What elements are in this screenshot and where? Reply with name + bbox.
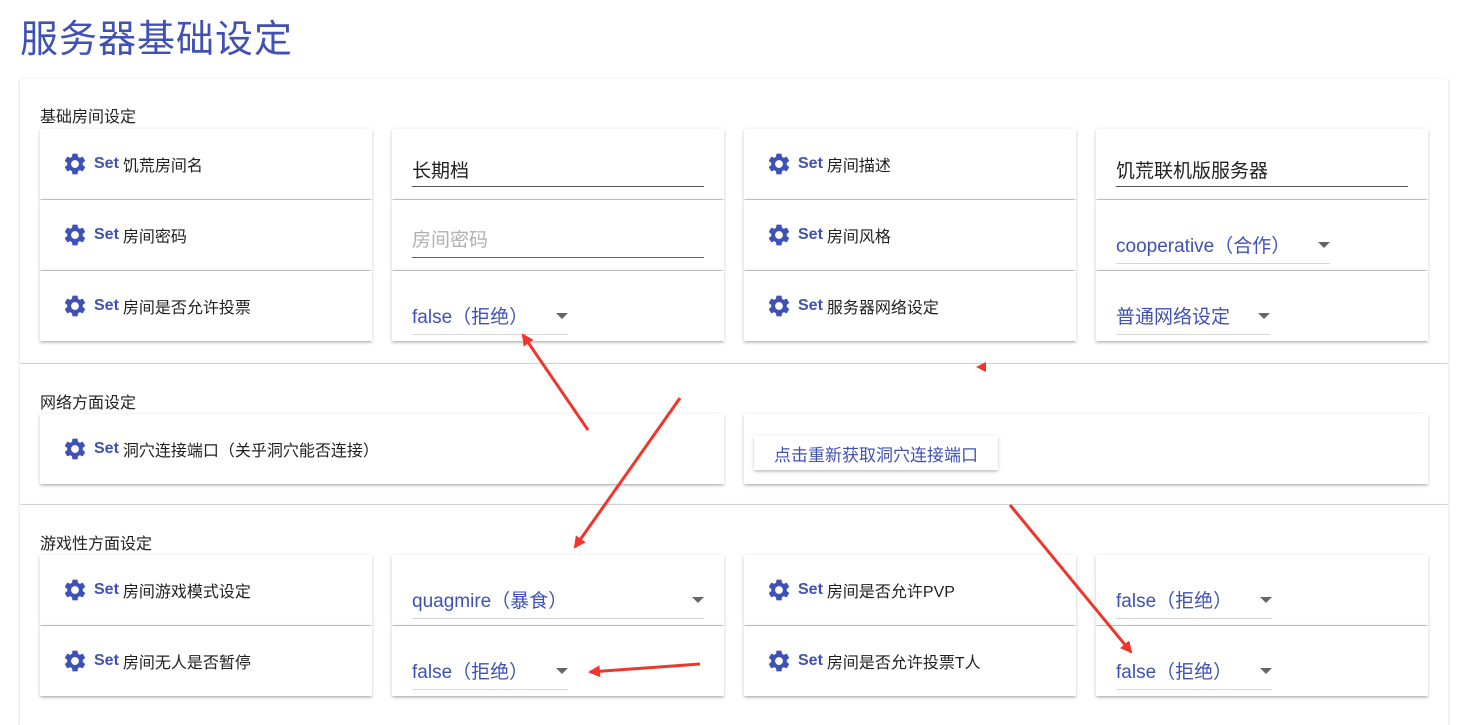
set-cave-port[interactable]: Set 洞穴连接端口（关乎洞穴能否连接） [62,414,379,484]
set-word: Set [94,440,119,457]
set-word: Set [94,652,119,669]
game-mode-label: 房间游戏模式设定 [122,584,251,601]
set-room-name[interactable]: Set 饥荒房间名 [62,129,203,199]
room-style-label-card: Set 房间风格 [744,200,1076,270]
game-mode-select-card: quagmire（暴食） [392,555,724,625]
pvp-select[interactable]: false（拒绝） [1116,581,1273,619]
section-title-gameplay: 游戏性方面设定 [40,536,153,553]
network-select-card: 普通网络设定 [1096,271,1428,341]
caret-down-icon [1318,241,1331,248]
gear-icon [64,224,86,246]
gear-icon [768,153,790,175]
room-desc-input[interactable] [1116,153,1408,187]
pvp-value: false（拒绝） [1116,591,1233,612]
pvp-label: 房间是否允许PVP [826,584,955,601]
room-password-input-card [392,200,724,270]
network-label: 服务器网络设定 [826,300,939,317]
room-desc-label: 房间描述 [826,158,891,175]
pause-label-card: Set 房间无人是否暂停 [40,626,372,696]
room-vote-select-card: false（拒绝） [392,271,724,341]
room-desc-input-card [1096,129,1428,199]
pause-select-card: false（拒绝） [392,626,724,696]
network-select[interactable]: 普通网络设定 [1116,297,1271,335]
set-word: Set [798,581,823,598]
network-label-card: Set 服务器网络设定 [744,271,1076,341]
room-style-select[interactable]: cooperative（合作） [1116,226,1331,264]
refresh-cave-port-button[interactable]: 点击重新获取洞穴连接端口 [754,436,998,470]
set-pause[interactable]: Set 房间无人是否暂停 [62,626,251,696]
set-word: Set [798,226,823,243]
room-style-select-card: cooperative（合作） [1096,200,1428,270]
room-name-input[interactable] [412,153,704,187]
section-title-network: 网络方面设定 [40,395,137,412]
pause-value: false（拒绝） [412,662,529,683]
gameplay-settings-section: 游戏性方面设定 Set 房间游戏模式设定 quagmire（暴食） Set 房间… [20,505,1448,725]
gear-icon [64,579,86,601]
caret-down-icon [1260,667,1273,674]
cave-port-label: 洞穴连接端口（关乎洞穴能否连接） [122,443,379,460]
caret-down-icon [692,596,704,603]
set-vote-kick[interactable]: Set 房间是否允许投票T人 [766,626,981,696]
cave-port-label-card: Set 洞穴连接端口（关乎洞穴能否连接） [40,414,724,484]
set-word: Set [94,297,119,314]
set-network[interactable]: Set 服务器网络设定 [766,271,939,341]
gear-icon [64,650,86,672]
basic-room-settings-section: 基础房间设定 Set 饥荒房间名 Set 房间描述 Set 房间密码 [20,79,1448,363]
vote-kick-label-card: Set 房间是否允许投票T人 [744,626,1076,696]
pvp-label-card: Set 房间是否允许PVP [744,555,1076,625]
room-name-label-card: Set 饥荒房间名 [40,129,372,199]
gear-icon [768,650,790,672]
caret-down-icon [556,667,569,674]
gear-icon [768,295,790,317]
page-title: 服务器基础设定 [20,19,294,61]
set-word: Set [798,652,823,669]
set-pvp[interactable]: Set 房间是否允许PVP [766,555,955,625]
room-vote-select[interactable]: false（拒绝） [412,297,569,335]
set-room-desc[interactable]: Set 房间描述 [766,129,891,199]
gear-icon [768,224,790,246]
vote-kick-value: false（拒绝） [1116,662,1233,683]
room-desc-label-card: Set 房间描述 [744,129,1076,199]
set-word: Set [798,155,823,172]
pvp-select-card: false（拒绝） [1096,555,1428,625]
pause-label: 房间无人是否暂停 [122,655,251,672]
game-mode-label-card: Set 房间游戏模式设定 [40,555,372,625]
network-settings-section: 网络方面设定 Set 洞穴连接端口（关乎洞穴能否连接） 点击重新获取洞穴连接端口 [20,364,1448,504]
gear-icon [64,295,86,317]
caret-down-icon [556,312,569,319]
room-style-label: 房间风格 [826,229,891,246]
cave-port-button-card: 点击重新获取洞穴连接端口 [744,414,1428,484]
vote-kick-label: 房间是否允许投票T人 [826,655,981,672]
set-room-password[interactable]: Set 房间密码 [62,200,187,270]
gear-icon [64,153,86,175]
set-room-vote[interactable]: Set 房间是否允许投票 [62,271,251,341]
set-word: Set [94,226,119,243]
caret-down-icon [1258,312,1271,319]
room-style-value: cooperative（合作） [1116,236,1291,257]
set-word: Set [94,155,119,172]
room-password-input[interactable] [412,224,704,258]
room-name-input-card [392,129,724,199]
set-word: Set [798,297,823,314]
vote-kick-select-card: false（拒绝） [1096,626,1428,696]
caret-down-icon [1260,596,1273,603]
section-title-basic: 基础房间设定 [40,109,137,126]
room-password-label-card: Set 房间密码 [40,200,372,270]
room-password-label: 房间密码 [122,229,187,246]
room-vote-label: 房间是否允许投票 [122,300,251,317]
vote-kick-select[interactable]: false（拒绝） [1116,652,1273,690]
room-vote-label-card: Set 房间是否允许投票 [40,271,372,341]
network-value: 普通网络设定 [1116,307,1231,328]
room-vote-value: false（拒绝） [412,307,529,328]
game-mode-select[interactable]: quagmire（暴食） [412,581,704,619]
gear-icon [64,438,86,460]
set-game-mode[interactable]: Set 房间游戏模式设定 [62,555,251,625]
gear-icon [768,579,790,601]
game-mode-value: quagmire（暴食） [412,591,568,612]
room-name-label: 饥荒房间名 [122,158,203,175]
set-word: Set [94,581,119,598]
pause-select[interactable]: false（拒绝） [412,652,569,690]
set-room-style[interactable]: Set 房间风格 [766,200,891,270]
